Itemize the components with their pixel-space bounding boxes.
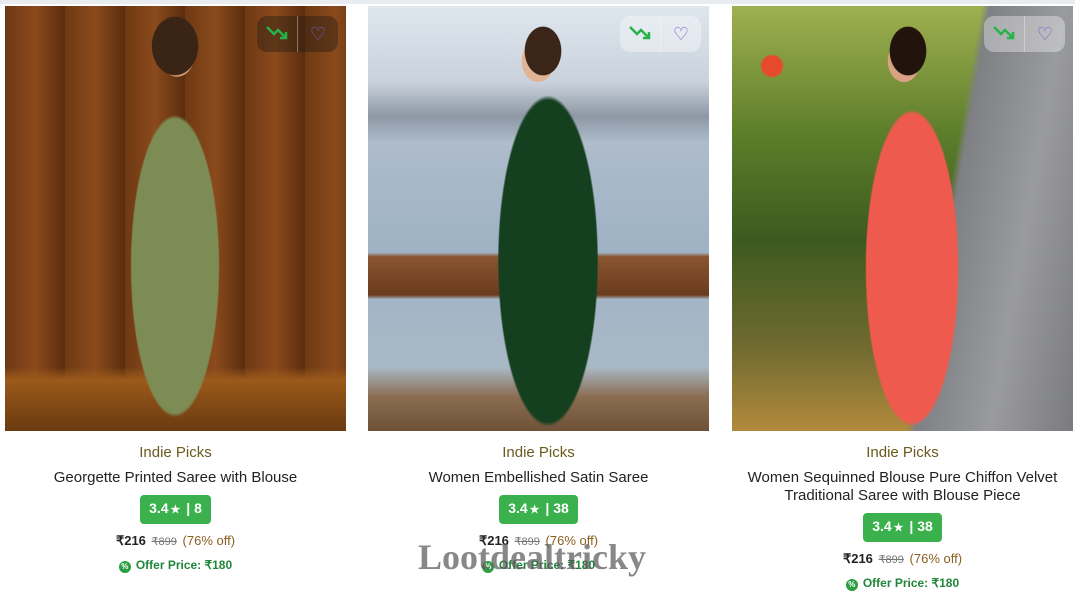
rating-badge: 3.4 ★ | 38 [863,513,942,542]
card-actions: ♡ [984,16,1065,52]
product-card[interactable]: ♡ Indie Picks Georgette Printed Saree wi… [5,6,346,573]
rating-count: 8 [194,500,202,516]
rating-value: 3.4 [872,518,892,534]
brand-name[interactable]: Indie Picks [732,444,1073,462]
offer-price: Offer Price: ₹180 [135,558,233,572]
selling-price: ₹216 [115,533,146,548]
rating-value: 3.4 [508,500,528,516]
star-icon: ★ [893,522,904,534]
rating-count: 38 [917,518,933,534]
percent-badge-icon: % [845,579,858,591]
selling-price: ₹216 [842,551,873,566]
heart-icon[interactable]: ♡ [297,16,338,52]
trending-down-icon[interactable] [257,16,297,52]
heart-icon[interactable]: ♡ [660,16,701,52]
card-actions: ♡ [257,16,338,52]
rating-badge: 3.4 ★ | 8 [140,495,211,524]
rating-badge: 3.4 ★ | 38 [499,495,578,524]
product-image[interactable]: ♡ [368,6,709,431]
offer-price-row: % Offer Price: ₹180 [732,576,1073,591]
trending-down-icon[interactable] [620,16,660,52]
discount-label: (76% off) [909,551,963,566]
trending-down-icon[interactable] [984,16,1024,52]
price-row: ₹216 ₹899 (76% off) [732,551,1073,567]
heart-icon[interactable]: ♡ [1024,16,1065,52]
product-image[interactable]: ♡ [5,6,346,431]
brand-name[interactable]: Indie Picks [5,444,346,462]
product-card[interactable]: ♡ Indie Picks Women Embellished Satin Sa… [368,6,709,573]
product-title[interactable]: Women Sequinned Blouse Pure Chiffon Velv… [732,469,1073,505]
star-icon: ★ [170,504,181,516]
mrp-price: ₹899 [151,536,177,548]
product-title[interactable]: Women Embellished Satin Saree [368,469,709,487]
price-row: ₹216 ₹899 (76% off) [5,533,346,549]
watermark-text: Lootdealtricky [418,537,646,577]
rating-value: 3.4 [149,500,169,516]
product-title[interactable]: Georgette Printed Saree with Blouse [5,469,346,487]
brand-name[interactable]: Indie Picks [368,444,709,462]
product-card[interactable]: ♡ Indie Picks Women Sequinned Blouse Pur… [732,6,1073,591]
discount-label: (76% off) [182,533,236,548]
card-actions: ♡ [620,16,701,52]
rating-count: 38 [553,500,569,516]
star-icon: ★ [529,504,540,516]
mrp-price: ₹899 [878,554,904,566]
offer-price: Offer Price: ₹180 [862,576,960,590]
offer-price-row: % Offer Price: ₹180 [5,558,346,573]
product-image[interactable]: ♡ [732,6,1073,431]
top-divider [0,0,1075,4]
percent-badge-icon: % [118,561,131,573]
